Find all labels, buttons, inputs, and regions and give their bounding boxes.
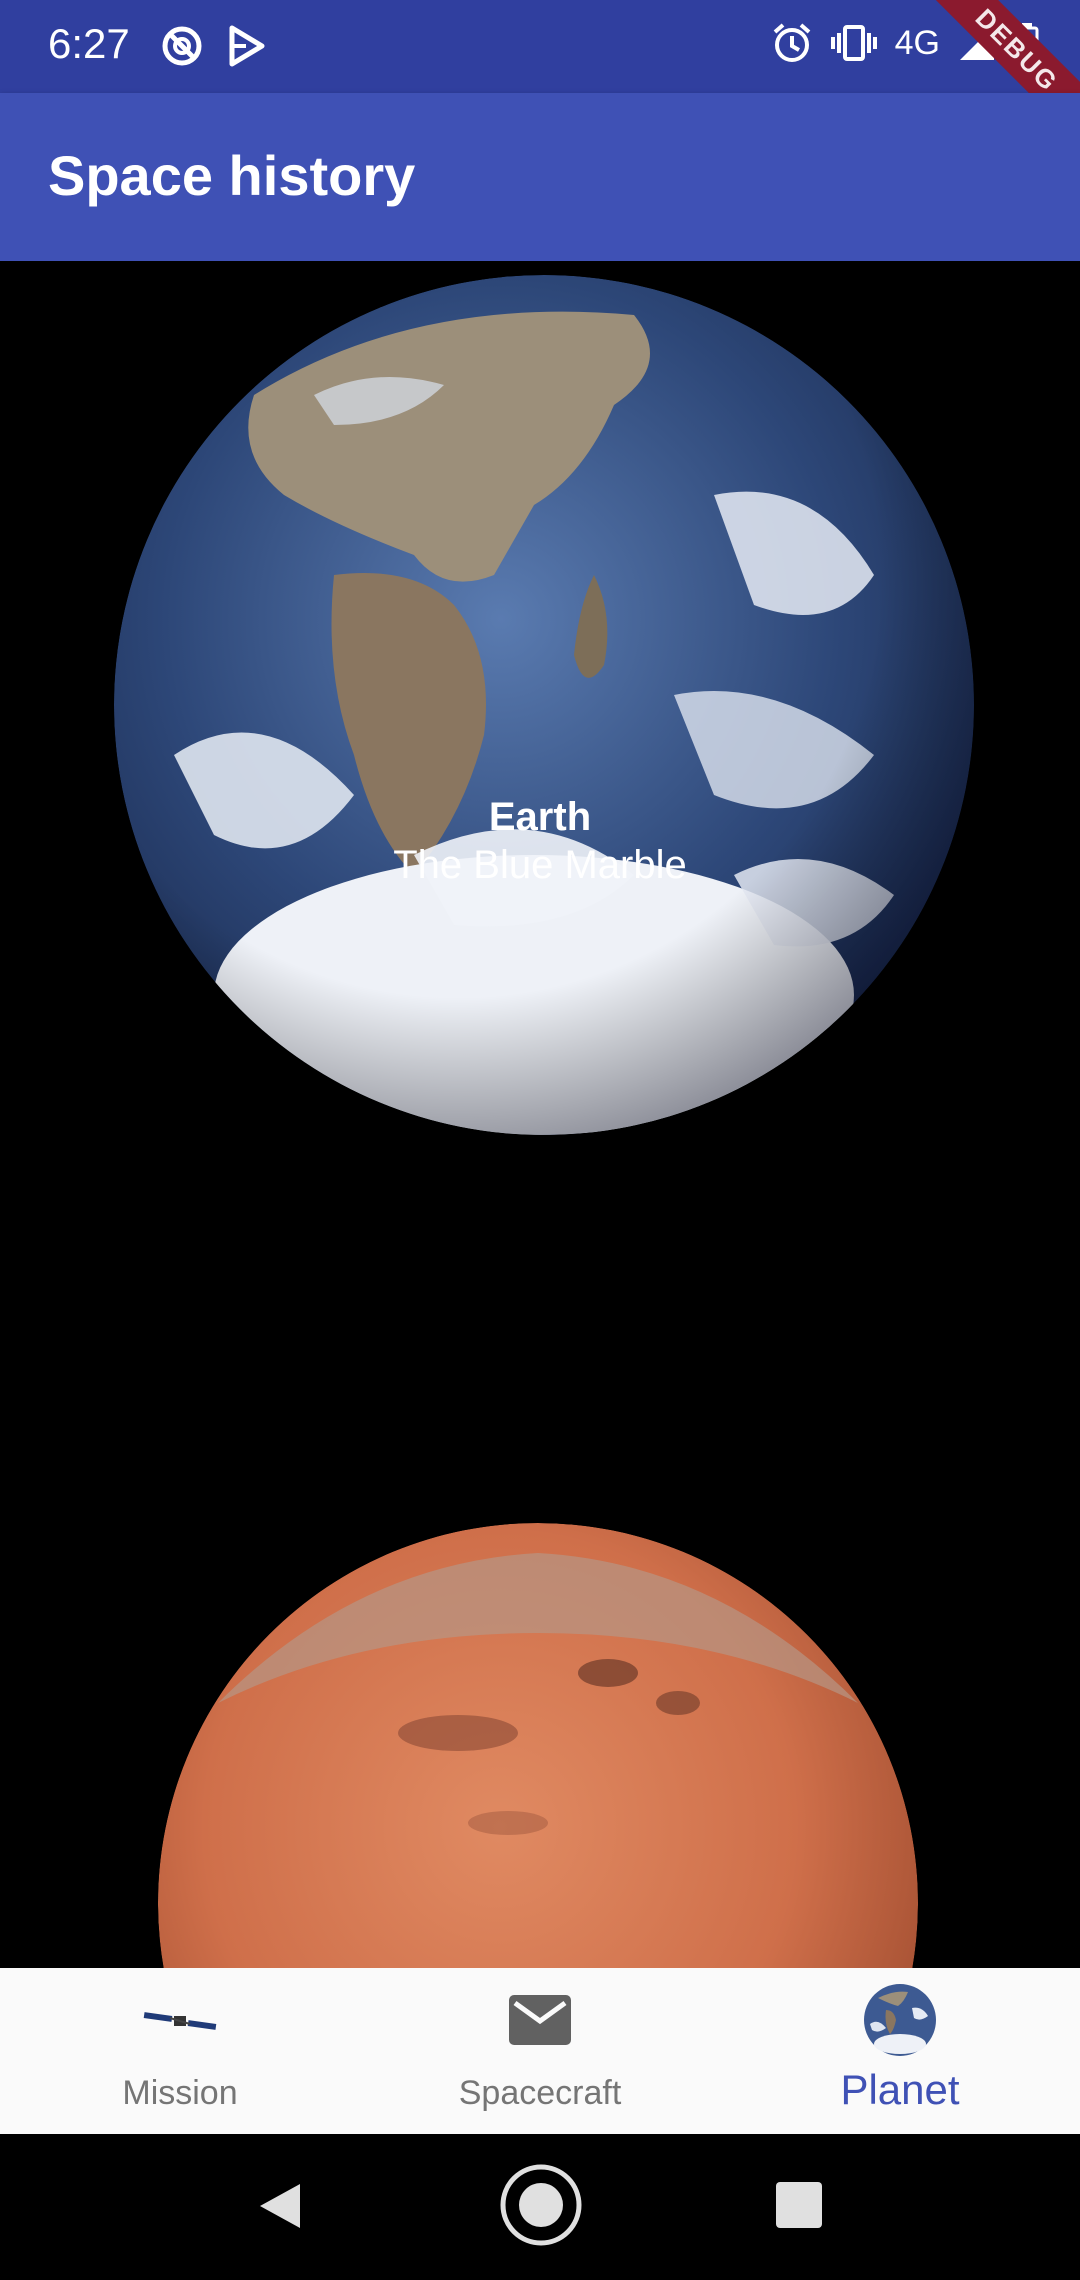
nav-label-planet: Planet [840, 2066, 960, 2113]
nav-label-spacecraft: Spacecraft [458, 2074, 622, 2112]
satellite-icon [143, 2012, 217, 2030]
nav-item-mission[interactable]: Mission [0, 1968, 360, 2134]
play-store-icon [229, 25, 265, 67]
mail-icon [509, 1995, 571, 2045]
home-icon[interactable] [498, 2162, 584, 2248]
status-bar: 6:27 4G DEBUG [0, 0, 1080, 154]
recents-icon[interactable] [776, 2182, 822, 2228]
mars-photo[interactable] [158, 1523, 918, 1968]
nav-item-spacecraft[interactable]: Spacecraft [360, 1968, 720, 2134]
network-type: 4G [894, 23, 940, 62]
nav-label-mission: Mission [122, 2074, 238, 2112]
planet-subtitle: The Blue Marble [393, 843, 687, 887]
planet-card-earth[interactable]: Earth The Blue Marble [0, 261, 1080, 1261]
planet-name: Earth [488, 795, 592, 839]
app-bar: Space history [0, 93, 1080, 261]
vibrate-icon [830, 25, 877, 61]
status-time: 6:27 [48, 20, 130, 67]
vpn-icon [162, 26, 202, 66]
earth-icon [864, 1984, 936, 2056]
earth-photo [114, 275, 974, 1135]
nav-item-planet[interactable]: Planet [720, 1968, 1080, 2134]
back-icon[interactable] [256, 2180, 304, 2232]
alarm-icon [773, 23, 810, 62]
planet-list[interactable]: Earth The Blue Marble [0, 261, 1080, 1968]
bottom-navigation: Mission Spacecraft Planet [0, 1968, 1080, 2134]
page-title: Space history [48, 144, 416, 207]
system-navigation-bar [0, 2134, 1080, 2280]
